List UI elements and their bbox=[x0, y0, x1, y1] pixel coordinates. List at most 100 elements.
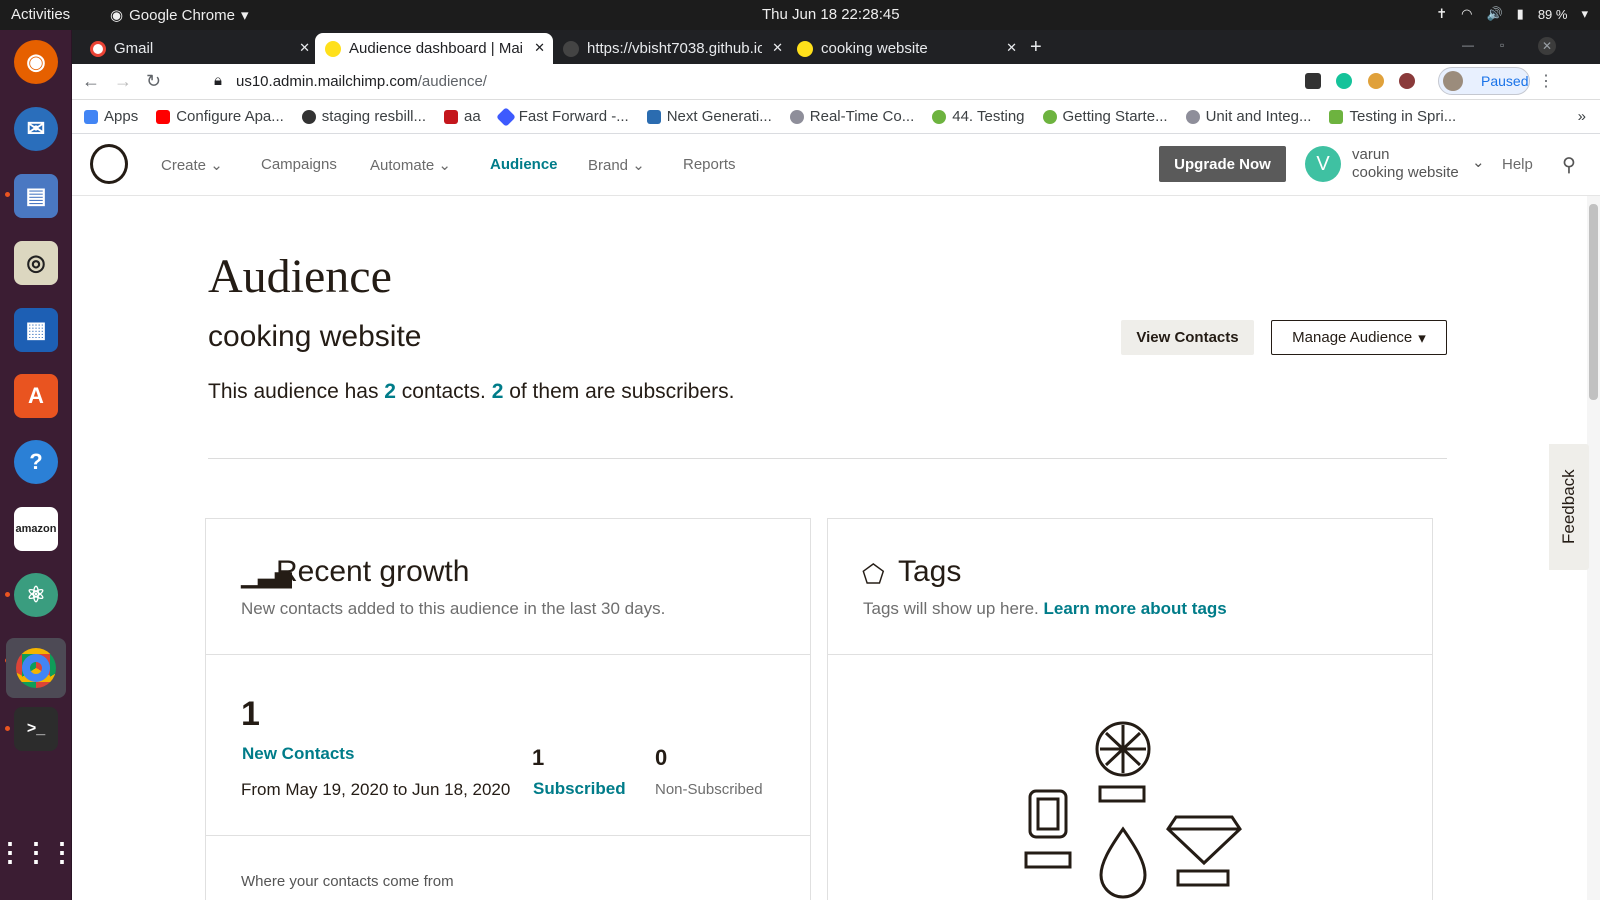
bookmark-label: Testing in Spri... bbox=[1349, 108, 1457, 125]
mail-icon[interactable]: ✉ bbox=[14, 107, 58, 151]
tab-cooking-website[interactable]: cooking website ✕ bbox=[787, 33, 1025, 64]
tags-subtitle: Tags will show up here. Learn more about… bbox=[863, 599, 1227, 619]
infoq-icon bbox=[646, 109, 661, 124]
bookmark-item[interactable]: staging resbill... bbox=[301, 108, 426, 125]
battery-level: 89 % bbox=[1537, 6, 1568, 22]
tab-github-page[interactable]: https://vbisht7038.github.io ✕ bbox=[553, 33, 791, 64]
bookmark-label: Unit and Integ... bbox=[1205, 108, 1312, 125]
date-range: From May 19, 2020 to Jun 18, 2020 bbox=[241, 780, 511, 799]
software-icon[interactable]: A bbox=[14, 374, 58, 418]
activities-button[interactable]: Activities bbox=[11, 6, 70, 23]
accessibility-icon: ✝ bbox=[1436, 6, 1448, 21]
chevron-down-icon: ⌄ bbox=[632, 157, 645, 174]
power-menu-icon: ▾ bbox=[1581, 6, 1588, 21]
bookmark-item[interactable]: Unit and Integ... bbox=[1185, 108, 1312, 125]
account-switcher[interactable]: varun cooking website ⌄ bbox=[1352, 146, 1485, 182]
extension-icon[interactable] bbox=[1368, 73, 1384, 89]
menu-icon[interactable]: ⋮ bbox=[1538, 71, 1554, 91]
bookmark-item[interactable]: Next Generati... bbox=[646, 108, 772, 125]
nav-campaigns[interactable]: Campaigns bbox=[261, 156, 337, 173]
nav-automate[interactable]: Automate ⌄ bbox=[370, 156, 451, 174]
subscribers-count-link[interactable]: 2 bbox=[492, 380, 504, 403]
writer-icon[interactable]: ▦ bbox=[14, 308, 58, 352]
bookmark-apps[interactable]: Apps bbox=[84, 108, 138, 125]
extension-k-icon[interactable] bbox=[1399, 73, 1415, 89]
close-icon[interactable]: ✕ bbox=[772, 40, 783, 56]
app-menu[interactable]: ◉ Google Chrome ▾ bbox=[110, 6, 249, 25]
files-icon[interactable]: ▤ bbox=[14, 174, 58, 218]
new-tab-button[interactable]: + bbox=[1030, 36, 1042, 59]
user-account: cooking website bbox=[1352, 164, 1459, 181]
bookmark-item[interactable]: Testing in Spri... bbox=[1329, 108, 1456, 125]
back-icon[interactable]: ← bbox=[82, 71, 100, 92]
nav-brand[interactable]: Brand ⌄ bbox=[588, 156, 645, 174]
close-icon[interactable]: ✕ bbox=[299, 40, 310, 56]
feedback-tab[interactable]: Feedback bbox=[1549, 444, 1589, 570]
mailchimp-page: Create ⌄ Campaigns Automate ⌄ Audience B… bbox=[72, 134, 1600, 900]
system-tray[interactable]: ✝ ◠ 🔊 ▮ 89 % ▾ bbox=[1436, 6, 1588, 22]
bookmark-item[interactable]: aa bbox=[444, 108, 481, 125]
nav-reports[interactable]: Reports bbox=[683, 156, 736, 173]
help-icon[interactable]: ? bbox=[14, 440, 58, 484]
amazon-icon[interactable]: amazon bbox=[14, 507, 58, 551]
learn-more-tags-link[interactable]: Learn more about tags bbox=[1044, 599, 1227, 618]
address-bar[interactable]: 🔒︎us10.admin.mailchimp.com/audience/☆ bbox=[202, 67, 1357, 95]
bookmarks-overflow-icon[interactable]: » bbox=[1578, 108, 1586, 125]
atom-icon[interactable]: ⚛ bbox=[14, 573, 58, 617]
avatar[interactable]: V bbox=[1305, 146, 1341, 182]
subscribed-link[interactable]: Subscribed bbox=[533, 779, 626, 799]
bookmark-item[interactable]: Real-Time Co... bbox=[789, 108, 915, 125]
new-contacts-link[interactable]: New Contacts bbox=[242, 744, 354, 764]
help-link[interactable]: Help bbox=[1502, 156, 1533, 173]
minimize-icon[interactable]: — bbox=[1462, 38, 1474, 52]
bookmark-item[interactable]: Configure Apa... bbox=[156, 108, 284, 125]
tab-title: Gmail bbox=[114, 40, 154, 57]
show-apps-icon[interactable]: ⋮⋮⋮ bbox=[0, 830, 75, 874]
bookmark-item[interactable]: Getting Starte... bbox=[1042, 108, 1168, 125]
grammarly-icon[interactable] bbox=[1336, 73, 1352, 89]
terminal-icon[interactable]: >_ bbox=[14, 707, 58, 751]
chrome-dock-icon[interactable] bbox=[6, 638, 66, 698]
spring-icon bbox=[932, 109, 947, 124]
manage-audience-button[interactable]: Manage Audience ▾ bbox=[1271, 320, 1447, 355]
bookmark-item[interactable]: Fast Forward -... bbox=[495, 106, 629, 127]
cube-icon bbox=[444, 109, 458, 124]
toolbar: ← → ↻ 🔒︎ us10.admin.mailchimp.com/audienc… bbox=[72, 64, 1600, 100]
bookmark-item[interactable]: 44. Testing bbox=[932, 108, 1025, 125]
nav-audience[interactable]: Audience bbox=[490, 156, 558, 173]
extension-cb-icon[interactable] bbox=[1305, 73, 1321, 89]
tab-gmail[interactable]: Gmail ✕ bbox=[80, 33, 318, 64]
maximize-icon[interactable]: ▫ bbox=[1500, 38, 1504, 52]
tags-subtitle-text: Tags will show up here. bbox=[863, 599, 1039, 618]
bookmarks-bar: Apps Configure Apa... staging resbill...… bbox=[72, 100, 1600, 134]
system-top-bar: Activities ◉ Google Chrome ▾ Thu Jun 18 22… bbox=[0, 0, 1600, 30]
bookmark-label: Apps bbox=[104, 108, 139, 125]
view-contacts-button[interactable]: View Contacts bbox=[1121, 320, 1254, 355]
site-icon bbox=[1185, 109, 1200, 124]
url-path: /audience/ bbox=[417, 73, 487, 90]
contacts-count-link[interactable]: 2 bbox=[384, 380, 396, 403]
firefox-icon[interactable]: ◉ bbox=[14, 40, 58, 84]
mailchimp-logo-icon[interactable] bbox=[90, 144, 128, 184]
chevron-down-icon: ▾ bbox=[1418, 329, 1426, 347]
search-icon[interactable]: ⚲ bbox=[1562, 154, 1576, 177]
bookmark-label: Real-Time Co... bbox=[809, 108, 915, 125]
mailchimp-icon bbox=[325, 40, 341, 57]
globe-icon bbox=[301, 109, 316, 124]
rhythmbox-icon[interactable]: ◎ bbox=[14, 241, 58, 285]
close-icon[interactable]: ✕ bbox=[534, 40, 545, 56]
close-window-icon[interactable]: ✕ bbox=[1538, 37, 1556, 55]
non-subscribed-value: 0 bbox=[655, 745, 668, 770]
clock[interactable]: Thu Jun 18 22:28:45 bbox=[762, 6, 900, 23]
nav-create[interactable]: Create ⌄ bbox=[161, 156, 223, 174]
tab-audience-dashboard[interactable]: Audience dashboard | Mailchimp ✕ bbox=[315, 33, 553, 64]
scrollbar-thumb[interactable] bbox=[1589, 204, 1598, 400]
profile-button[interactable]: Paused bbox=[1438, 67, 1530, 95]
forward-icon[interactable]: → bbox=[114, 71, 132, 92]
close-icon[interactable]: ✕ bbox=[1006, 40, 1017, 56]
mailchimp-icon bbox=[797, 40, 813, 57]
upgrade-now-button[interactable]: Upgrade Now bbox=[1159, 146, 1286, 182]
tags-title: Tags bbox=[898, 555, 962, 588]
reload-icon[interactable]: ↻ bbox=[146, 71, 161, 92]
spring-icon bbox=[1042, 109, 1057, 124]
